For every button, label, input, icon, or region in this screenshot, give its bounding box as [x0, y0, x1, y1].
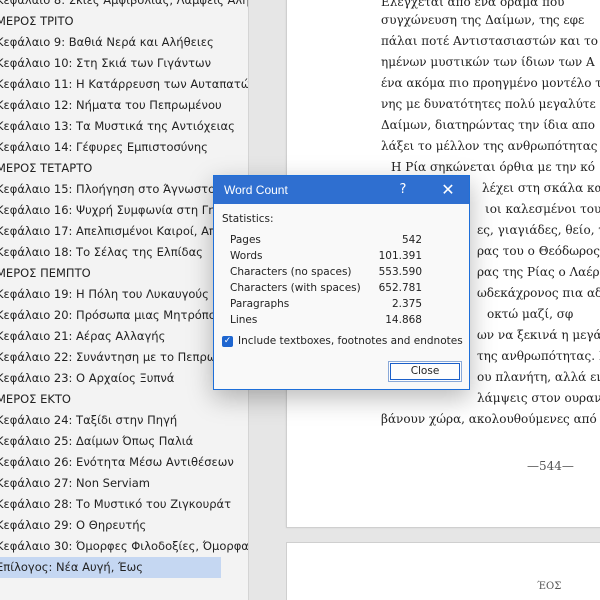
text-line: βάνουν χώρα, ακολουθούμενες από	[381, 412, 597, 426]
nav-item[interactable]: Κεφάλαιο 30: Όμορφες Φιλοδοξίες, Όμορφα.…	[0, 536, 248, 557]
stat-row-characters-no-spaces: Characters (no spaces) 553.590	[230, 266, 422, 282]
text-line: ων να ξεκινά η μεγάλ	[477, 328, 600, 342]
text-line: Ελέγχεται από ένα όραμα που	[381, 0, 565, 9]
text-line: ένα ακόμα πιο προηγμένο μοντέλο τ	[381, 76, 600, 90]
include-textboxes-checkbox-row[interactable]: ✓ Include textboxes, footnotes and endno…	[222, 335, 463, 351]
text-line: Η Ρία σηκώνεται όρθια με την κό	[391, 160, 596, 174]
nav-item-selected[interactable]: Επίλογος: Νέα Αυγή, Έως	[0, 557, 221, 578]
nav-item[interactable]: ΜΕΡΟΣ ΤΡΙΤΟ	[0, 11, 248, 32]
include-textboxes-checkbox[interactable]: ✓	[222, 336, 233, 347]
stat-value: 2.375	[391, 298, 422, 310]
nav-item[interactable]: Κεφάλαιο 14: Γέφυρες Εμπιστοσύνης	[0, 137, 248, 158]
stat-label: Lines	[230, 314, 258, 326]
nav-item[interactable]: Κεφάλαιο 22: Συνάντηση με το Πεπρωμένο	[0, 347, 248, 368]
close-button[interactable]: Close	[388, 361, 462, 382]
stat-value: 652.781	[378, 282, 422, 294]
stat-label: Characters (with spaces)	[230, 282, 361, 294]
text-line: οκτώ μαζί, σφ	[487, 307, 574, 321]
text-line: λάμψεις στον ουραν	[477, 391, 600, 405]
stat-label: Words	[230, 250, 263, 262]
nav-item[interactable]: Κεφάλαιο 17: Απελπισμένοι Καιροί, Απελπι…	[0, 221, 248, 242]
nav-item[interactable]: Κεφάλαιο 20: Πρόσωπα μιας Μητρόπολης	[0, 305, 248, 326]
help-icon[interactable]: ?	[390, 176, 416, 204]
nav-item[interactable]: Κεφάλαιο 10: Στη Σκιά των Γιγάντων	[0, 53, 248, 74]
text-line: ου πλανήτη, αλλά ενα	[477, 370, 600, 384]
nav-item[interactable]: ΜΕΡΟΣ ΠΕΜΠΤΟ	[0, 263, 248, 284]
dialog-title: Word Count	[224, 183, 288, 197]
text-line: της ανθρωπότητας. Ε	[477, 349, 600, 363]
stat-value: 542	[401, 234, 422, 246]
navigation-list: Κεφάλαιο 8: Σκιές Αμφιβολίας, Λάμψεις Αλ…	[0, 0, 248, 578]
nav-item[interactable]: Κεφάλαιο 21: Αέρας Αλλαγής	[0, 326, 248, 347]
text-line: ημένων μυστικών των ίδιων των Α	[381, 55, 595, 69]
text-line: συγχώνευση της Δαίμων, της εφε	[381, 13, 585, 27]
checkbox-label[interactable]: Include textboxes, footnotes and endnote…	[238, 335, 463, 347]
stat-label: Pages	[230, 234, 261, 246]
text-line: ες, γιαγιάδες, θείο, τρ	[477, 223, 600, 237]
word-count-dialog: Word Count ? ✕ Statistics: Pages 542 Wor…	[213, 175, 470, 390]
nav-item[interactable]: Κεφάλαιο 12: Νήματα του Πεπρωμένου	[0, 95, 248, 116]
text-line: Δαίμων, διατηρώντας την ίδια απο	[381, 118, 595, 132]
text-line: ωδεκάχρονος πια αδ	[477, 286, 600, 300]
stat-row-words: Words 101.391	[230, 250, 422, 266]
text-line: ιοι καλεσμένοι του	[485, 202, 600, 216]
page-number: —544—	[527, 459, 574, 473]
stat-row-characters-with-spaces: Characters (with spaces) 652.781	[230, 282, 422, 298]
nav-item[interactable]: Κεφάλαιο 11: Η Κατάρρευση των Αυταπατών	[0, 74, 248, 95]
statistics-label: Statistics:	[222, 213, 274, 225]
stat-row-paragraphs: Paragraphs 2.375	[230, 298, 422, 314]
text-line: νης με δυνατότητες πολύ μεγαλύτε	[381, 97, 596, 111]
stat-value: 101.391	[378, 250, 422, 262]
nav-item[interactable]: Κεφάλαιο 29: Ο Θηρευτής	[0, 515, 248, 536]
nav-item[interactable]: Κεφάλαιο 8: Σκιές Αμφιβολίας, Λάμψεις Αλ…	[0, 0, 248, 11]
stat-value: 553.590	[378, 266, 422, 278]
text-line: ρας της Ρίας ο Λαέρτ	[477, 265, 600, 279]
nav-item[interactable]: ΜΕΡΟΣ ΤΕΤΑΡΤΟ	[0, 158, 248, 179]
stat-value: 14.868	[385, 314, 422, 326]
nav-item[interactable]: Κεφάλαιο 23: Ο Αρχαίος Ξυπνά	[0, 368, 248, 389]
nav-item[interactable]: Κεφάλαιο 18: Το Σέλας της Ελπίδας	[0, 242, 248, 263]
nav-item[interactable]: Κεφάλαιο 13: Τα Μυστικά της Αντιόχειας	[0, 116, 248, 137]
nav-item[interactable]: Κεφάλαιο 16: Ψυχρή Συμφωνία στη Γη του..…	[0, 200, 248, 221]
nav-item[interactable]: Κεφάλαιο 24: Ταξίδι στην Πηγή	[0, 410, 248, 431]
nav-item[interactable]: Κεφάλαιο 15: Πλοήγηση στο Άγνωστο	[0, 179, 248, 200]
stat-row-lines: Lines 14.868	[230, 314, 422, 330]
nav-item[interactable]: Κεφάλαιο 26: Ενότητα Μέσω Αντιθέσεων	[0, 452, 248, 473]
stat-row-pages: Pages 542	[230, 234, 422, 250]
text-line: ρας του ο Θεόδωρος,	[477, 244, 600, 258]
text-line: πάλαι ποτέ Αντιστασιαστών και το	[381, 34, 598, 48]
close-icon[interactable]: ✕	[432, 176, 464, 204]
text-line: λάξει το μέλλον της ανθρωπότητας	[381, 139, 598, 153]
stat-label: Characters (no spaces)	[230, 266, 352, 278]
stat-label: Paragraphs	[230, 298, 290, 310]
nav-item[interactable]: Κεφάλαιο 25: Δαίμων Όπως Παλιά	[0, 431, 248, 452]
navigation-pane: Κεφάλαιο 8: Σκιές Αμφιβολίας, Λάμψεις Αλ…	[0, 0, 248, 600]
nav-item[interactable]: ΜΕΡΟΣ ΕΚΤΟ	[0, 389, 248, 410]
dialog-titlebar[interactable]: Word Count ? ✕	[214, 176, 469, 204]
text-line: λέχει στη σκάλα και πα	[482, 181, 600, 195]
nav-item[interactable]: Κεφάλαιο 9: Βαθιά Νερά και Αλήθειες	[0, 32, 248, 53]
page-header: ΈΟΣ	[537, 581, 562, 592]
nav-item[interactable]: Κεφάλαιο 27: Non Serviam	[0, 473, 248, 494]
nav-item[interactable]: Κεφάλαιο 28: Το Μυστικό του Ζιγκουράτ	[0, 494, 248, 515]
nav-item[interactable]: Κεφάλαιο 19: Η Πόλη του Λυκαυγούς	[0, 284, 248, 305]
next-document-page: ΈΟΣ	[286, 542, 600, 600]
